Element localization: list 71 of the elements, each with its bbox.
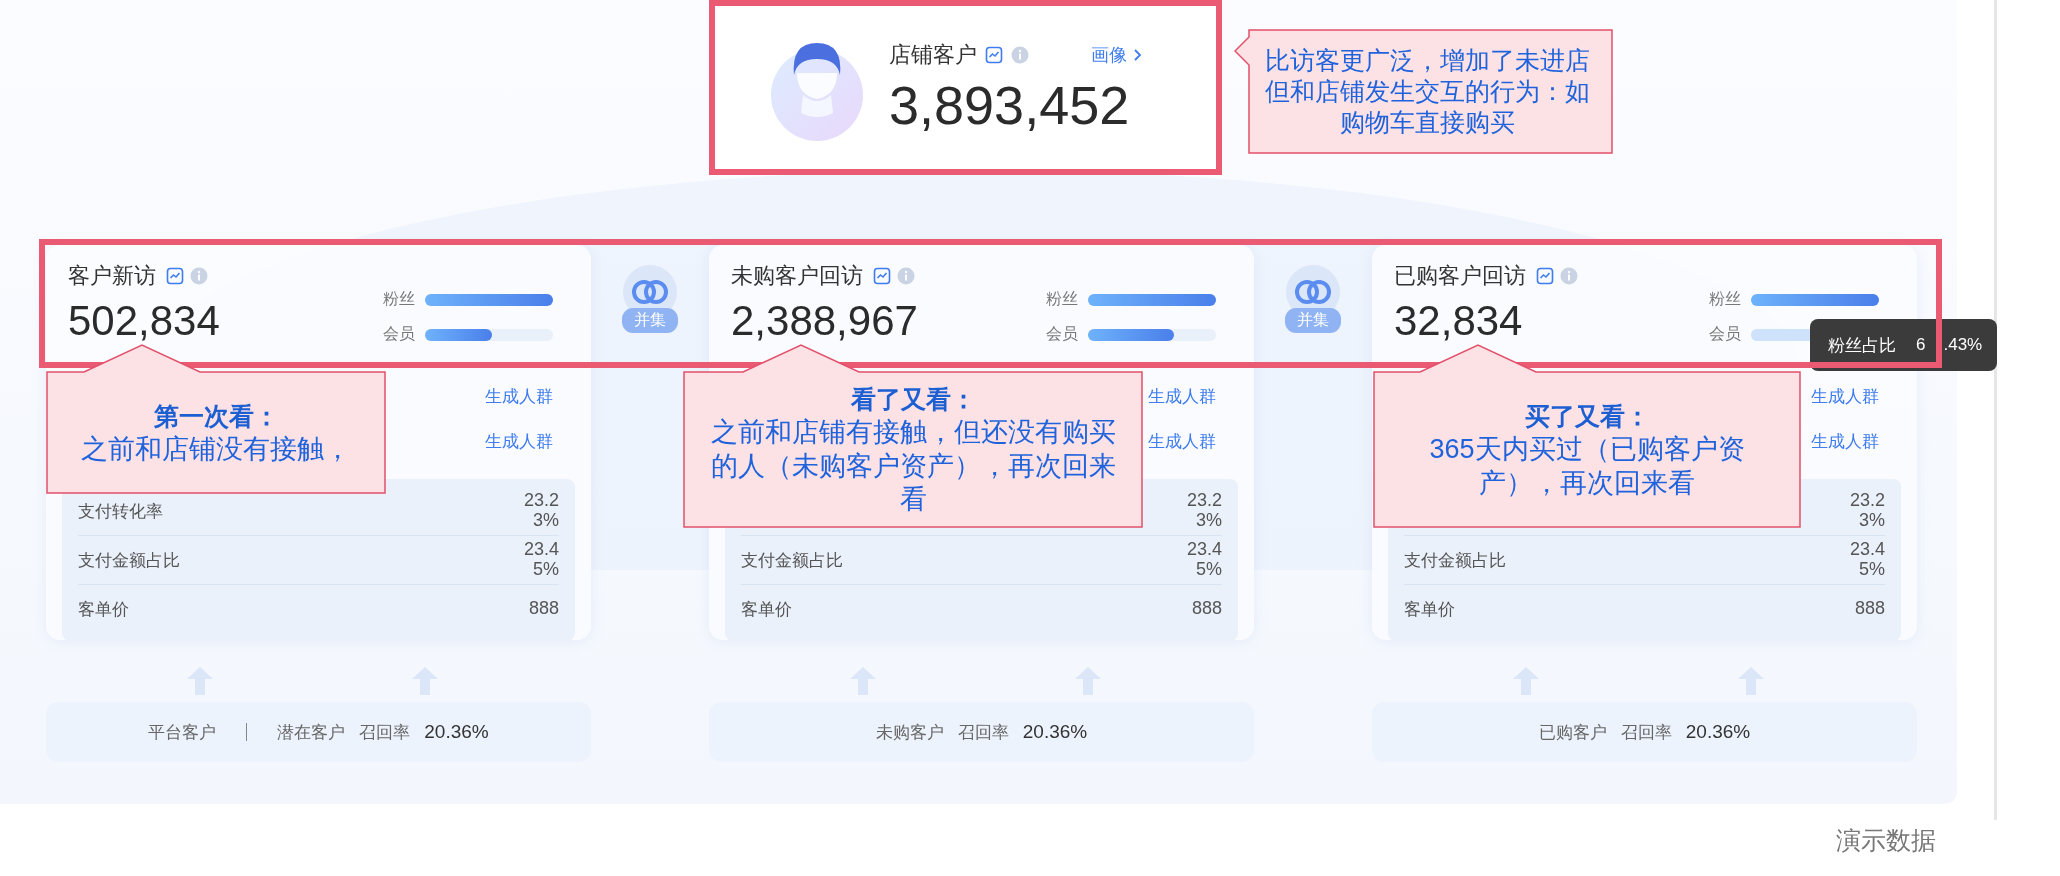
metric-value: 23.23% — [522, 491, 559, 531]
source-label: 未购客户 — [875, 721, 944, 744]
note-title: 看了又看： — [850, 383, 976, 415]
up-arrow-icon — [1074, 666, 1102, 696]
generate-audience-link[interactable]: 生成人群 — [1148, 430, 1216, 453]
note-title: 买了又看： — [1524, 400, 1650, 432]
up-arrow-icon — [186, 666, 214, 696]
demo-data-label: 演示数据 — [1836, 825, 1936, 856]
note-text: 365天内买过（已购客户资产），再次回来看 — [1428, 432, 1746, 500]
metric-label: 客单价 — [741, 598, 792, 621]
source-label: 潜在客户 — [277, 721, 346, 744]
rate-label: 召回率 — [359, 721, 411, 744]
rate-value: 20.36% — [1022, 721, 1088, 743]
bar-label: 粉丝 — [1709, 289, 1741, 309]
rate-value: 20.36% — [1685, 721, 1751, 743]
card-value: 502,834 — [68, 297, 220, 345]
metric-label: 支付转化率 — [78, 500, 163, 523]
card-title: 客户新访 — [68, 262, 156, 290]
rate-label: 召回率 — [1620, 721, 1672, 744]
note-text: 比访客更广泛，增加了未进店但和店铺发生交互的行为：如购物车直接购买 — [1264, 44, 1591, 139]
metric-value: 23.45% — [522, 540, 559, 580]
generate-audience-link[interactable]: 生成人群 — [1811, 430, 1879, 453]
metric-value: 23.45% — [1848, 540, 1885, 580]
up-arrow-icon — [1737, 666, 1765, 696]
metric-value: 888 — [1853, 599, 1885, 619]
note-title: 第一次看： — [153, 400, 279, 432]
card-value: 2,388,967 — [731, 297, 918, 345]
source-label: 已购客户 — [1538, 721, 1607, 744]
rate-value: 20.36% — [424, 721, 489, 743]
metric-value: 23.45% — [1185, 540, 1222, 580]
bar-label: 会员 — [1046, 324, 1078, 344]
up-arrow-icon — [411, 666, 439, 696]
metric-value: 23.23% — [1185, 491, 1222, 531]
metric-value: 23.23% — [1848, 491, 1885, 531]
tooltip-label: 粉丝占比 — [1828, 334, 1896, 357]
generate-audience-link[interactable]: 生成人群 — [1811, 385, 1879, 408]
metric-value: 888 — [527, 599, 559, 619]
trend-icon[interactable] — [1536, 267, 1554, 285]
metric-label: 支付金额占比 — [78, 549, 180, 572]
generate-audience-link[interactable]: 生成人群 — [1148, 385, 1216, 408]
union-badge: 并集 — [1285, 308, 1341, 333]
metric-title: 店铺客户 — [889, 40, 977, 69]
trend-icon[interactable] — [985, 45, 1003, 64]
metric-label: 客单价 — [1404, 598, 1455, 621]
tooltip-value: 6 — [1916, 335, 1926, 355]
card-title: 未购客户回访 — [731, 262, 863, 290]
card-title: 已购客户回访 — [1394, 262, 1526, 290]
metric-label: 支付金额占比 — [1404, 549, 1506, 572]
up-arrow-icon — [849, 666, 877, 696]
bar-label: 粉丝 — [383, 289, 415, 309]
generate-audience-link[interactable]: 生成人群 — [485, 385, 553, 408]
chevron-right-icon — [1133, 47, 1142, 62]
note-text: 之前和店铺有接触，但还没有购买的人（未购客户资产），再次回来看 — [709, 415, 1117, 517]
source-label: 平台客户 — [148, 721, 217, 744]
generate-audience-link[interactable]: 生成人群 — [485, 430, 553, 453]
bar-label: 粉丝 — [1046, 289, 1078, 309]
metric-value: 888 — [1190, 599, 1222, 619]
metric-label: 客单价 — [78, 598, 129, 621]
trend-icon[interactable] — [166, 267, 184, 285]
metric-value: 3,893,452 — [889, 73, 1131, 136]
up-arrow-icon — [1512, 666, 1540, 696]
portrait-link[interactable]: 画像 — [1091, 42, 1142, 67]
rate-label: 召回率 — [957, 721, 1009, 744]
metric-label: 支付金额占比 — [741, 549, 843, 572]
tooltip-value: .43% — [1943, 335, 1983, 355]
union-badge: 并集 — [622, 308, 678, 333]
bar-label: 会员 — [383, 324, 415, 344]
bar-label: 会员 — [1709, 324, 1741, 344]
trend-icon[interactable] — [873, 267, 891, 285]
card-value: 32,834 — [1394, 297, 1524, 345]
note-text: 之前和店铺没有接触， — [81, 432, 351, 466]
